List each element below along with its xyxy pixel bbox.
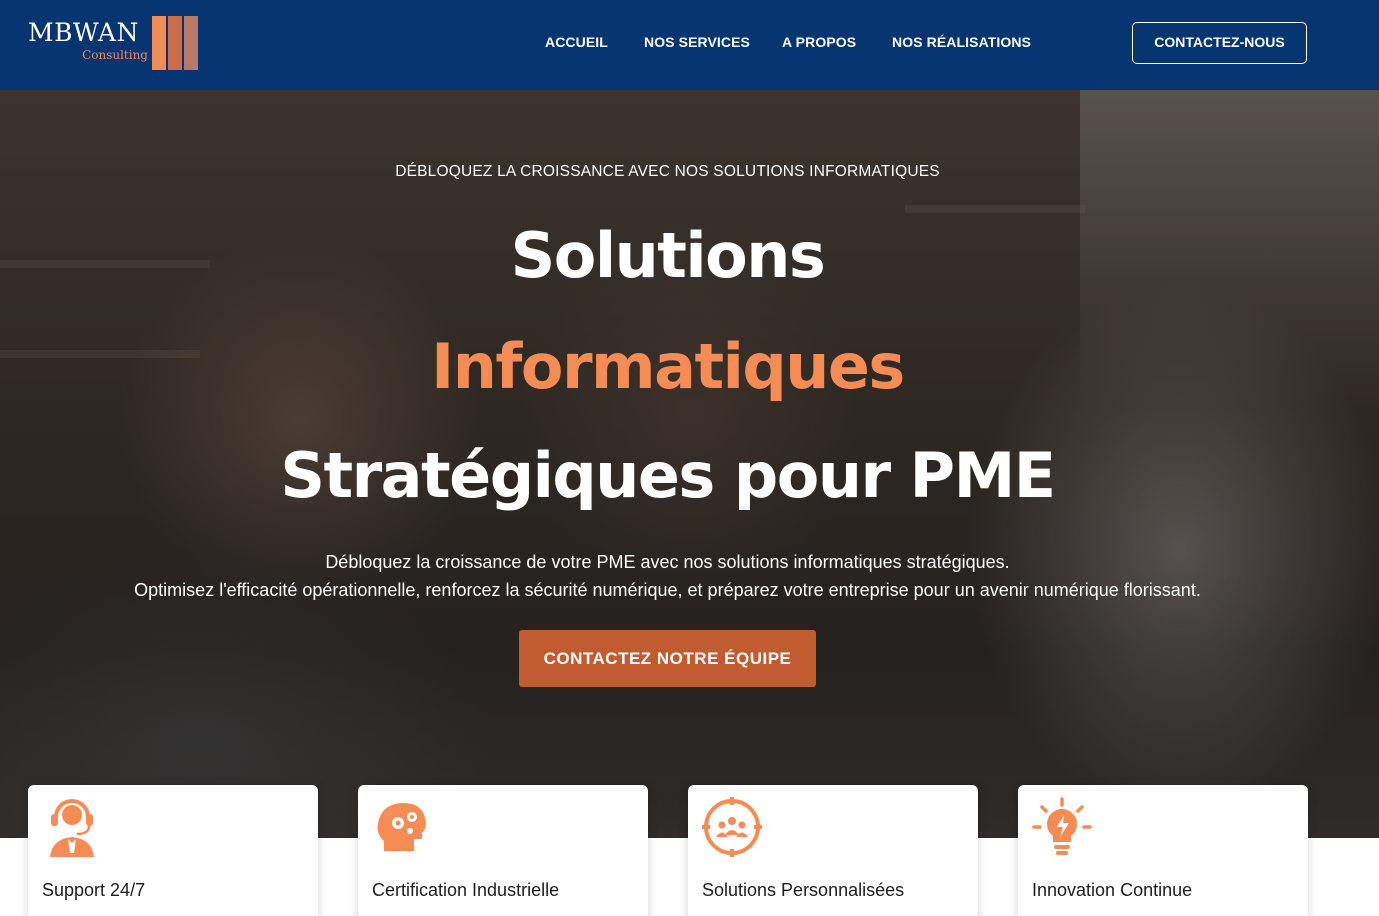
hero-title-line-1: Solutions xyxy=(510,219,826,292)
site-header: MBWAN Consulting ACCUEIL NOS SERVICES A … xyxy=(0,0,1379,90)
nav-item-a-propos[interactable]: A PROPOS xyxy=(782,34,856,50)
headset-support-icon xyxy=(50,799,94,857)
feature-card-innovation: Innovation Continue xyxy=(1018,785,1308,916)
nav-item-nos-services[interactable]: NOS SERVICES xyxy=(644,34,750,50)
hero-section: DÉBLOQUEZ LA CROISSANCE AVEC NOS SOLUTIO… xyxy=(0,90,1379,838)
logo-wordmark: MBWAN xyxy=(28,18,139,47)
head-gears-icon xyxy=(377,803,426,851)
feature-title: Solutions Personnalisées xyxy=(702,880,905,900)
contact-team-button[interactable]: CONTACTEZ NOTRE ÉQUIPE xyxy=(519,630,816,687)
lightbulb-idea-icon xyxy=(1032,797,1092,855)
feature-title: Innovation Continue xyxy=(1032,880,1193,900)
hero-description-line-2: Optimisez l'efficacité opérationnelle, r… xyxy=(134,580,1201,600)
target-team-icon xyxy=(702,797,762,857)
feature-card-solutions: Solutions Personnalisées xyxy=(688,785,978,916)
hero-eyebrow: DÉBLOQUEZ LA CROISSANCE AVEC NOS SOLUTIO… xyxy=(395,163,940,180)
logo-bars-icon xyxy=(152,16,200,70)
logo-tagline: Consulting xyxy=(82,48,148,62)
logo[interactable]: MBWAN Consulting xyxy=(28,16,203,74)
nav-item-nos-realisations[interactable]: NOS RÉALISATIONS xyxy=(892,34,1031,50)
hero-title-line-3: Stratégiques pour PME xyxy=(280,439,1056,512)
nav-item-accueil[interactable]: ACCUEIL xyxy=(545,34,608,50)
feature-title: Support 24/7 xyxy=(42,880,146,900)
feature-title: Certification Industrielle xyxy=(372,880,560,900)
hero-description-line-1: Débloquez la croissance de votre PME ave… xyxy=(325,552,1010,572)
contact-us-button[interactable]: CONTACTEZ-NOUS xyxy=(1132,22,1307,64)
feature-card-support: Support 24/7 xyxy=(28,785,318,916)
hero-title-line-2: Informatiques xyxy=(431,330,905,403)
feature-card-certification: Certification Industrielle xyxy=(358,785,648,916)
